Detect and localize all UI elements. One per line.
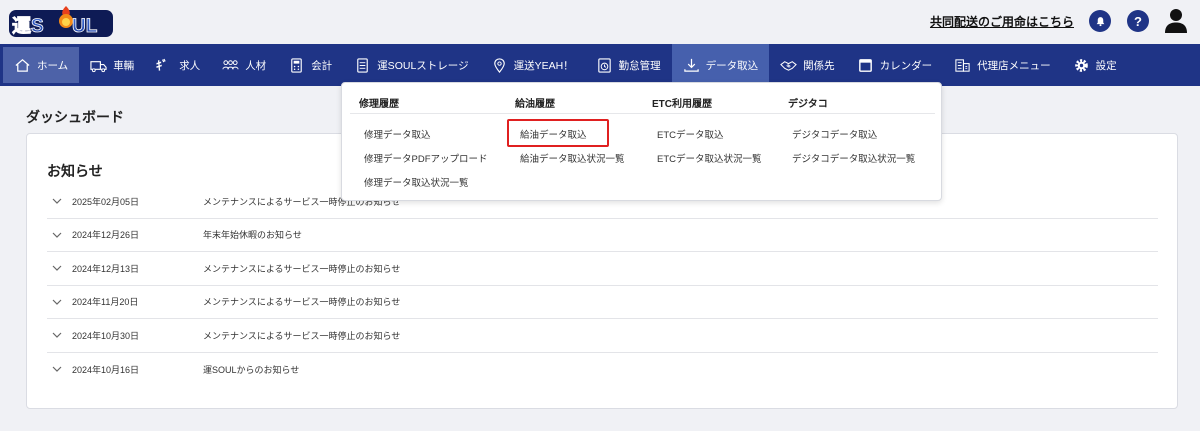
news-date: 2024年10月30日 (72, 330, 140, 341)
dropdown-heading-repair: 修理履歴 (359, 99, 399, 110)
dropdown-heading-digitacho: デジタコ (788, 99, 828, 110)
nav-item-home[interactable]: ホーム (3, 47, 80, 83)
chevron-down-icon (52, 332, 62, 339)
document-icon (357, 57, 368, 73)
home-icon (15, 58, 30, 72)
news-date: 2024年10月16日 (72, 364, 140, 375)
job-icon: ｷﾞ (156, 58, 168, 73)
nav-label: 勤怠管理 (618, 59, 661, 72)
download-icon (683, 58, 699, 72)
bell-icon (1096, 16, 1104, 26)
news-row[interactable]: 2024年11月20日 メンテナンスによるサービス一時停止のお知らせ (47, 286, 1158, 319)
dropdown-divider (350, 113, 935, 114)
nav-label: 運SOULストレージ (377, 59, 469, 72)
news-title: お知らせ (47, 163, 103, 179)
menu-item-digitacho-status-list[interactable]: デジタコデータ取込状況一覧 (792, 151, 915, 165)
news-date: 2024年12月13日 (72, 263, 140, 274)
news-headline: メンテナンスによるサービス一時停止のお知らせ (203, 263, 401, 274)
nav-item-calendar[interactable]: カレンダー (846, 44, 944, 86)
nav-item-data-import[interactable]: データ取込 (671, 44, 770, 86)
calculator-icon (291, 57, 302, 73)
menu-item-fuel-import[interactable]: 給油データ取込 (520, 127, 587, 141)
dropdown-heading-etc: ETC利用履歴 (652, 99, 712, 110)
news-headline: 運SOULからのお知らせ (203, 364, 300, 375)
menu-item-etc-status-list[interactable]: ETCデータ取込状況一覧 (657, 151, 762, 165)
nav-item-storage[interactable]: 運SOULストレージ (343, 44, 479, 86)
menu-item-repair-import[interactable]: 修理データ取込 (364, 127, 431, 141)
nav-label: 設定 (1095, 59, 1117, 72)
app-logo[interactable]: 運S UL (8, 4, 114, 38)
nav-label: データ取込 (705, 59, 759, 72)
news-headline: メンテナンスによるサービス一時停止のお知らせ (203, 330, 401, 341)
nav-label: 車輛 (113, 59, 135, 72)
gear-icon (1074, 58, 1088, 72)
news-row[interactable]: 2024年12月26日 年末年始休暇のお知らせ (47, 219, 1158, 252)
news-date: 2024年12月26日 (72, 230, 140, 241)
news-date: 2024年11月20日 (72, 297, 139, 308)
chevron-down-icon (52, 265, 62, 272)
nav-label: 関係先 (803, 59, 835, 72)
contact-link[interactable]: 共同配送のご用命はこちら (930, 13, 1074, 30)
nav-item-agency-menu[interactable]: 代理店メニュー (943, 44, 1062, 86)
nav-item-attendance[interactable]: 勤怠管理 (585, 44, 672, 86)
page-title: ダッシュボード (26, 109, 124, 125)
nav-item-partners[interactable]: 関係先 (769, 44, 846, 86)
location-pin-icon (493, 57, 505, 73)
chevron-down-icon (52, 366, 62, 373)
nav-item-people[interactable]: 人材 (211, 44, 277, 86)
news-date: 2025年02月05日 (72, 196, 140, 207)
dropdown-heading-fuel: 給油履歴 (515, 99, 555, 110)
svg-text:ｷﾞ: ｷﾞ (156, 58, 168, 73)
menu-item-etc-import[interactable]: ETCデータ取込 (657, 127, 724, 141)
nav-label: 求人 (179, 59, 201, 72)
nav-item-vehicle[interactable]: 車輛 (79, 44, 145, 86)
news-headline: メンテナンスによるサービス一時停止のお知らせ (203, 297, 401, 308)
news-headline: 年末年始休暇のお知らせ (203, 230, 302, 241)
nav-label: 運送YEAH！ (513, 59, 574, 72)
nav-label: ホーム (37, 59, 69, 72)
menu-item-fuel-status-list[interactable]: 給油データ取込状況一覧 (520, 151, 625, 165)
timecard-icon (597, 57, 611, 73)
nav-item-jobs[interactable]: ｷﾞ 求人 (145, 44, 211, 86)
menu-item-digitacho-import[interactable]: デジタコデータ取込 (792, 127, 877, 141)
main-nav: ホーム 車輛 ｷﾞ 求人 人材 会計 運SOULストレージ 運送YEAH！ 勤怠… (0, 44, 1200, 86)
chevron-down-icon (52, 232, 62, 238)
nav-label: カレンダー (879, 59, 933, 72)
nav-label: 会計 (311, 59, 333, 72)
news-row[interactable]: 2024年12月13日 メンテナンスによるサービス一時停止のお知らせ (47, 252, 1158, 286)
nav-label: 代理店メニュー (977, 59, 1051, 72)
top-header: 運S UL 共同配送のご用命はこちら ? (0, 0, 1200, 44)
notification-button[interactable] (1089, 10, 1111, 32)
svg-text:UL: UL (72, 16, 98, 37)
truck-icon (90, 60, 107, 72)
nav-item-transport-yeah[interactable]: 運送YEAH！ (480, 44, 585, 86)
menu-item-repair-status-list[interactable]: 修理データ取込状況一覧 (364, 175, 469, 189)
handshake-icon (780, 60, 798, 71)
calendar-icon (858, 58, 872, 72)
data-import-dropdown: 修理履歴 給油履歴 ETC利用履歴 デジタコ 修理データ取込 修理データPDFア… (341, 82, 942, 201)
chevron-down-icon (52, 198, 62, 205)
svg-text:運S: 運S (12, 15, 44, 37)
help-button[interactable]: ? (1127, 10, 1149, 32)
news-row[interactable]: 2024年10月16日 運SOULからのお知らせ (47, 353, 1158, 387)
news-row[interactable]: 2024年10月30日 メンテナンスによるサービス一時停止のお知らせ (47, 319, 1158, 353)
news-list: 2025年02月05日 メンテナンスによるサービス一時停止のお知らせ 2024年… (47, 185, 1158, 386)
question-icon: ? (1134, 13, 1142, 29)
people-icon (222, 59, 239, 69)
chevron-down-icon (52, 299, 62, 305)
user-account-icon[interactable] (1164, 8, 1188, 34)
agency-icon (955, 58, 970, 72)
nav-item-accounting[interactable]: 会計 (277, 44, 343, 86)
menu-item-repair-pdf-upload[interactable]: 修理データPDFアップロード (364, 151, 488, 165)
nav-label: 人材 (245, 59, 267, 72)
nav-item-settings[interactable]: 設定 (1062, 44, 1128, 86)
